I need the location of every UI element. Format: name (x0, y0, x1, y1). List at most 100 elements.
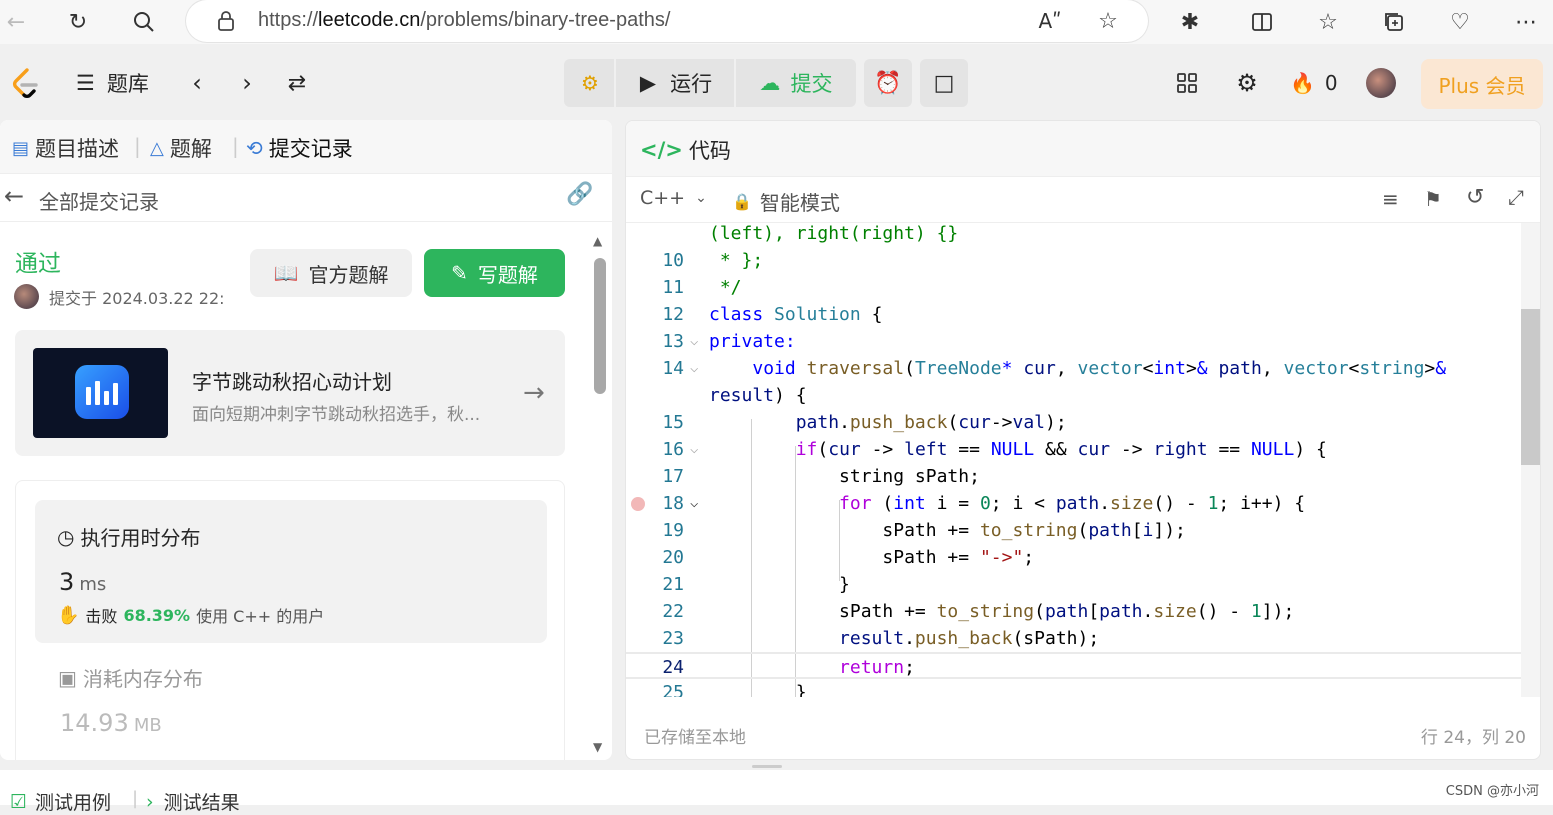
code-line[interactable]: 21 } (626, 571, 1522, 598)
editor-scrollbar[interactable] (1521, 223, 1540, 697)
line-number: 19 (662, 520, 684, 541)
link-icon[interactable]: 🔗 (566, 182, 593, 207)
scroll-up-icon[interactable]: ▲ (593, 234, 602, 248)
code-line[interactable]: 16 ⌵ if(cur -> left == NULL && cur -> rig… (626, 436, 1522, 463)
streak-flame-button[interactable]: 🔥 0 (1290, 66, 1338, 100)
scroll-down-icon[interactable]: ▼ (593, 740, 602, 754)
flame-count: 0 (1324, 71, 1338, 95)
code-text: for (int i = 0; i < path.size() - 1; i++… (839, 493, 1306, 514)
save-status: 已存储至本地 (644, 728, 746, 748)
debug-icon[interactable]: ⚙ (568, 59, 612, 107)
favorites-icon[interactable]: ☆ (1312, 6, 1344, 38)
code-line[interactable]: 17 string sPath; (626, 463, 1522, 490)
code-line[interactable]: 15 path.push_back(cur->val); (626, 409, 1522, 436)
favorite-star-icon[interactable]: ☆ (1092, 5, 1124, 37)
refresh-icon[interactable]: ↻ (62, 6, 94, 38)
format-icon[interactable]: ≡ (1382, 187, 1399, 211)
editor-scroll-thumb[interactable] (1521, 309, 1540, 465)
lock-icon[interactable] (210, 5, 242, 37)
leetcode-logo-icon[interactable] (6, 66, 44, 100)
code-brackets-icon: </> (640, 138, 683, 162)
line-number: 12 (662, 304, 684, 325)
code-line[interactable]: 11 */ (626, 274, 1522, 301)
code-line[interactable]: 10 * }; (626, 247, 1522, 274)
memory-unit: MB (133, 715, 162, 736)
tab-solutions[interactable]: △ 题解 (150, 133, 212, 163)
tab-testcase[interactable]: ☑ 测试用例 (10, 788, 111, 815)
line-number: 13 (662, 331, 684, 352)
code-line[interactable]: 19 sPath += to_string(path[i]); (626, 517, 1522, 544)
code-line[interactable]: 20 sPath += "->"; (626, 544, 1522, 571)
run-label: 运行 (670, 72, 713, 96)
language-select[interactable]: C++ ⌄ (640, 187, 707, 209)
smart-mode-toggle[interactable]: 🔒 智能模式 (732, 187, 840, 216)
submit-button[interactable]: ☁ 提交 (740, 59, 852, 107)
left-scroll-thumb[interactable] (594, 258, 606, 394)
search-icon[interactable] (128, 6, 160, 38)
next-problem-icon[interactable]: › (234, 66, 260, 100)
run-button[interactable]: ▶ 运行 (622, 59, 730, 107)
code-line[interactable]: 23 result.push_back(sPath); (626, 625, 1522, 652)
code-line[interactable]: (left), right(right) {} (626, 223, 1522, 247)
fold-chevron-icon[interactable]: ⌵ (690, 490, 698, 517)
code-line[interactable]: 14 ⌵ void traversal(TreeNode* cur, vector… (626, 355, 1522, 382)
left-scrollbar[interactable]: ▲ ▼ (590, 232, 610, 758)
random-problem-icon[interactable]: ⇄ (282, 66, 312, 100)
code-editor[interactable]: (left), right(right) {} 10 * }; 11 */12 cla… (626, 223, 1522, 697)
more-menu-icon[interactable]: ⋯ (1510, 6, 1542, 38)
collections-icon[interactable] (1378, 6, 1410, 38)
fold-chevron-icon[interactable]: ⌵ (690, 355, 698, 382)
memory-value: 14.93 (60, 709, 129, 737)
line-number: 22 (662, 601, 684, 622)
line-number: 10 (662, 250, 684, 271)
code-text: sPath += to_string(path[i]); (709, 520, 1186, 541)
all-submissions-link[interactable]: 全部提交记录 (39, 186, 159, 215)
code-text: sPath += to_string(path[path.size() - 1]… (709, 601, 1295, 622)
back-arrow-icon[interactable]: ← (4, 182, 24, 210)
fullscreen-icon[interactable]: ⤢ (1508, 185, 1524, 209)
runtime-panel[interactable]: ◷ 执行用时分布 3 ms ✋ 击败 68.39% 使用 C++ 的用户 (35, 500, 547, 643)
tab-submissions[interactable]: ⟲ 提交记录 (246, 133, 353, 163)
lock-icon: 🔒 (732, 192, 752, 211)
browser-health-icon[interactable]: ♡ (1444, 6, 1476, 38)
address-bar[interactable]: https://leetcode.cn/problems/binary-tree… (186, 0, 1148, 42)
write-solution-button[interactable]: ✎ 写题解 (424, 249, 565, 297)
tab-result[interactable]: › 测试结果 (146, 788, 240, 815)
code-line[interactable]: 18 ⌵ for (int i = 0; i < path.size() - 1;… (626, 490, 1522, 517)
code-line[interactable]: 12 class Solution { (626, 301, 1522, 328)
code-line[interactable]: result) { (626, 382, 1522, 409)
fold-chevron-icon[interactable]: ⌵ (690, 436, 698, 463)
code-line[interactable]: 25 } (626, 679, 1522, 697)
note-icon[interactable]: □ (920, 59, 968, 107)
reset-icon[interactable]: ↺ (1466, 185, 1484, 210)
line-number: 24 (662, 657, 684, 678)
code-line[interactable]: 22 sPath += to_string(path[path.size() -… (626, 598, 1522, 625)
cloud-upload-icon: ☁ (759, 71, 781, 95)
code-line[interactable]: 13 ⌵ private: (626, 328, 1522, 355)
code-line[interactable]: 24 return; (626, 652, 1522, 679)
code-text: (left), right(right) {} (709, 223, 959, 244)
layout-grid-icon[interactable] (1172, 66, 1202, 100)
settings-gear-icon[interactable]: ⚙ (1232, 66, 1262, 100)
promo-title: 字节跳动秋招心动计划 (192, 370, 392, 394)
flask-icon: △ (150, 137, 164, 159)
tab-description[interactable]: ▤ 题目描述 (12, 133, 119, 163)
read-aloud-icon[interactable]: Aʺ (1034, 5, 1066, 37)
extensions-icon[interactable]: ✱ (1174, 6, 1206, 38)
resize-handle[interactable] (752, 765, 782, 768)
user-avatar[interactable] (1366, 68, 1396, 98)
editor-toolbar: C++ ⌄ 🔒 智能模式 ≡ ⚑ ↺ ⤢ (626, 177, 1540, 223)
official-solution-button[interactable]: 📖 官方题解 (250, 249, 412, 297)
submission-status: 通过 (15, 251, 61, 277)
memory-panel[interactable]: ▣ 消耗内存分布 14.93 MB (58, 661, 538, 760)
promo-card[interactable]: 字节跳动秋招心动计划 面向短期冲刺字节跳动秋招选手，秋... → (15, 330, 565, 456)
problem-list-button[interactable]: ☰ 题库 (76, 66, 149, 100)
plus-membership-button[interactable]: Plus 会员 (1421, 59, 1543, 109)
prev-problem-icon[interactable]: ‹ (184, 66, 210, 100)
bookmark-icon[interactable]: ⚑ (1424, 187, 1442, 211)
alarm-timer-button[interactable]: ⏰ (864, 59, 912, 107)
fold-chevron-icon[interactable]: ⌵ (690, 328, 698, 355)
back-icon[interactable]: ← (0, 6, 32, 38)
split-screen-icon[interactable] (1246, 6, 1278, 38)
checkbox-icon: ☑ (10, 790, 28, 813)
